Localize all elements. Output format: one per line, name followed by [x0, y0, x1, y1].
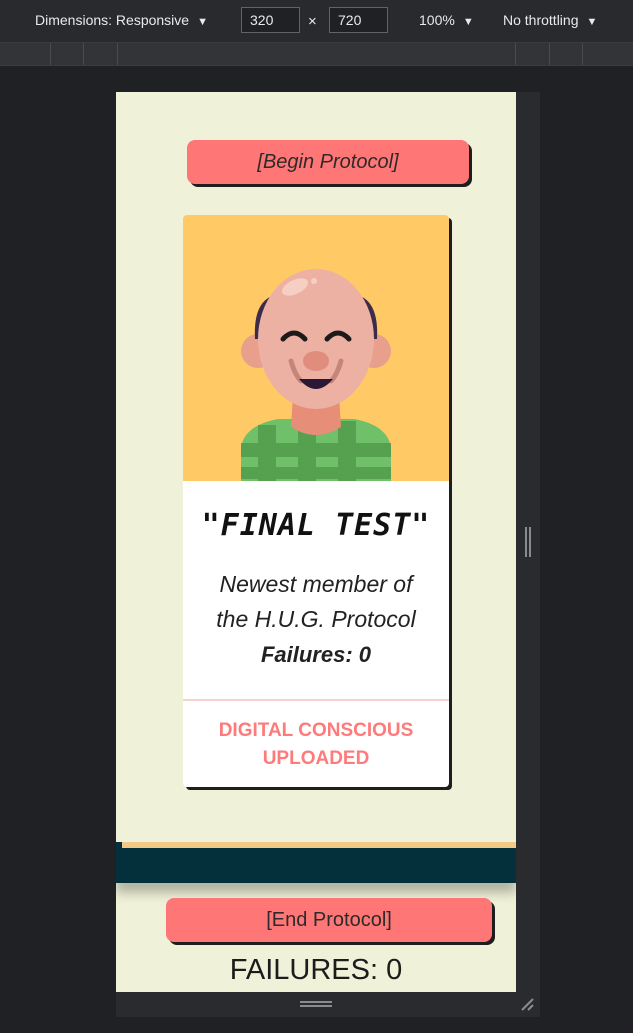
- card-failures: Failures: 0: [260, 642, 372, 667]
- right-resize-handle[interactable]: [516, 92, 540, 992]
- media-query-ruler[interactable]: [0, 43, 633, 66]
- devtools-toolbar: Dimensions: Responsive ▼ × 100% ▼ No throt…: [0, 0, 633, 43]
- caret-down-icon: ▼: [197, 16, 208, 28]
- ruler-segment[interactable]: [50, 43, 51, 65]
- portrait: [183, 215, 449, 481]
- end-protocol-button[interactable]: [End Protocol]: [166, 898, 492, 942]
- height-input[interactable]: [329, 7, 388, 33]
- throttling-label: No throttling: [503, 12, 579, 28]
- ruler-segment[interactable]: [83, 43, 84, 65]
- times-symbol: ×: [308, 13, 317, 30]
- bottom-resize-handle[interactable]: [116, 992, 540, 1017]
- zoom-label: 100%: [419, 12, 455, 28]
- profile-card: "FINAL TEST" Newest member of the H.U.G.…: [183, 215, 449, 787]
- ruler-segment[interactable]: [515, 43, 516, 65]
- begin-protocol-button[interactable]: [Begin Protocol]: [187, 140, 469, 184]
- caret-down-icon: ▼: [462, 16, 474, 28]
- failures-total: FAILURES: 0: [229, 954, 403, 986]
- ruler-segment[interactable]: [582, 43, 583, 65]
- card-description: Newest member of the H.U.G. Protocol: [216, 571, 416, 632]
- footer-band: [116, 848, 516, 883]
- zoom-dropdown[interactable]: 100% ▼: [419, 12, 474, 28]
- resize-corner-icon[interactable]: [520, 997, 534, 1011]
- dimensions-label: Dimensions: Responsive: [35, 12, 190, 28]
- card-title: "FINAL TEST": [201, 508, 431, 543]
- throttling-dropdown[interactable]: No throttling ▼: [503, 12, 597, 28]
- avatar-illustration: [241, 269, 391, 481]
- card-divider: [183, 699, 449, 701]
- device-viewport: [Begin Protocol] "FINAL TEST" Newest mem…: [116, 92, 516, 992]
- dimensions-dropdown[interactable]: Dimensions: Responsive ▼: [35, 12, 208, 28]
- card-status: DIGITAL CONSCIOUS UPLOADED: [218, 720, 414, 769]
- ruler-segment[interactable]: [549, 43, 550, 65]
- ruler-segment[interactable]: [117, 43, 118, 65]
- resize-grip-icon: [300, 1001, 332, 1007]
- resize-grip-icon: [525, 527, 531, 557]
- width-input[interactable]: [241, 7, 300, 33]
- caret-down-icon: ▼: [586, 16, 598, 28]
